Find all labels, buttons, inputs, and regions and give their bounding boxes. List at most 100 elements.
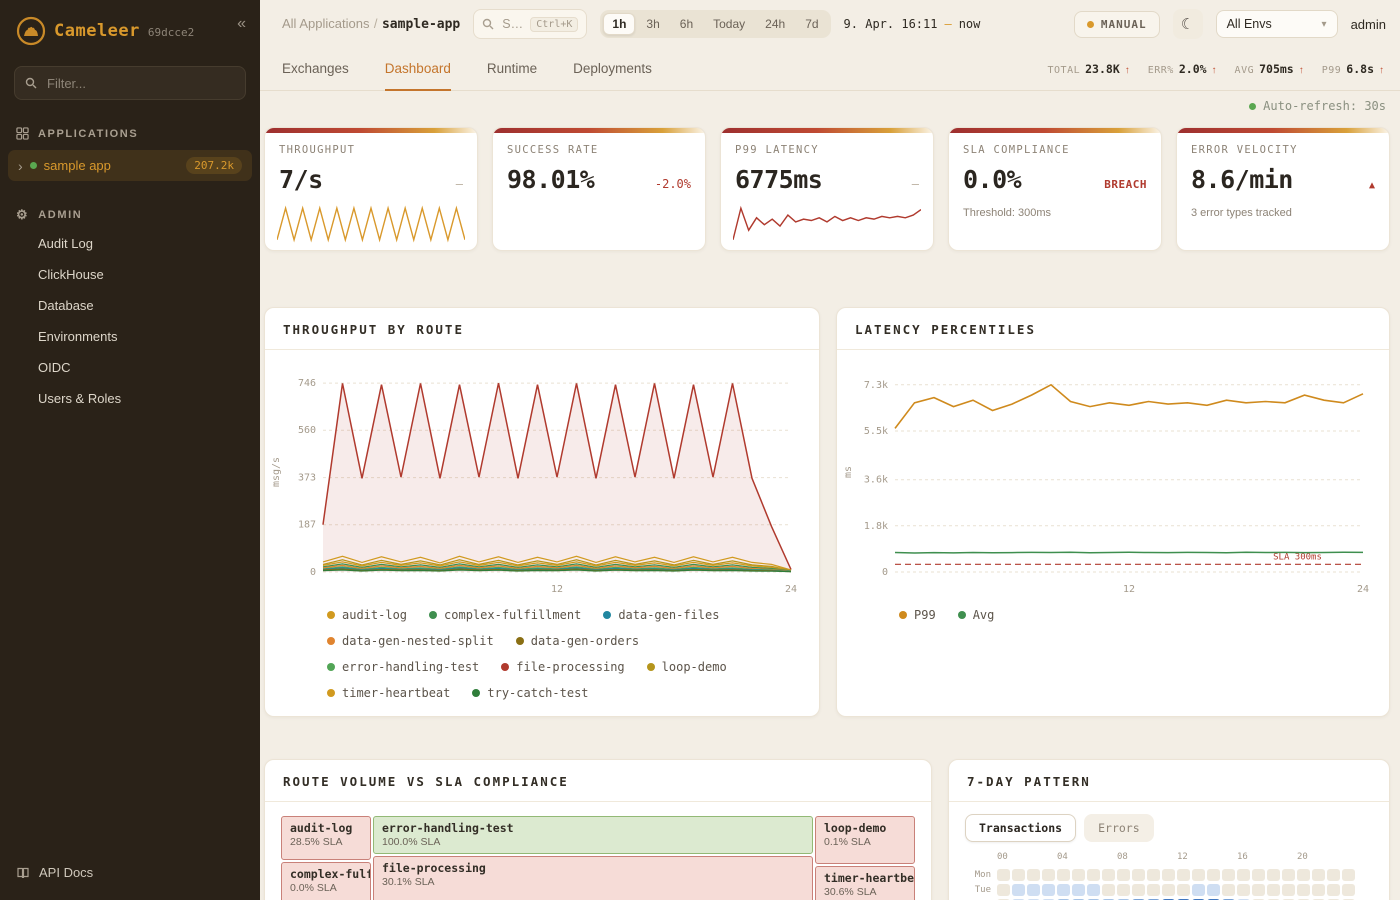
heatmap-day-label: Tue xyxy=(965,885,991,895)
breadcrumb-current: sample-app xyxy=(382,17,460,32)
kpi-row: THROUGHPUT7/s–SUCCESS RATE98.01%-2.0%P99… xyxy=(264,127,1390,251)
legend-dot xyxy=(958,611,966,619)
manual-refresh-button[interactable]: MANUAL xyxy=(1074,11,1160,38)
moon-icon: ☾ xyxy=(1181,15,1194,33)
search-input[interactable] xyxy=(500,16,524,32)
kpi-delta: ▲ xyxy=(1369,180,1375,191)
legend-label: timer-heartbeat xyxy=(342,686,450,700)
up-arrow-icon: ↑ xyxy=(1212,65,1217,76)
stat-label: ERR% xyxy=(1148,65,1174,76)
svg-text:746: 746 xyxy=(298,378,316,389)
sidebar-collapse-button[interactable]: « xyxy=(237,16,246,32)
treemap-tile-error-handling-test[interactable]: error-handling-test100.0% SLA xyxy=(373,816,813,854)
admin-label-text: ADMIN xyxy=(38,209,82,221)
kpi-body: ERROR VELOCITY8.6/min▲3 error types trac… xyxy=(1177,133,1389,219)
treemap-tile-timer-heartbeat[interactable]: timer-heartbeat30.6% SLA xyxy=(815,866,915,900)
heatmap-cell xyxy=(1207,884,1220,896)
time-range-1h[interactable]: 1h xyxy=(603,13,635,35)
kpi-note: 3 error types tracked xyxy=(1191,207,1375,219)
heatmap-cell xyxy=(1267,884,1280,896)
legend-item-avg: Avg xyxy=(958,608,995,622)
legend-label: audit-log xyxy=(342,608,407,622)
heatmap-col-label: 08 xyxy=(1117,852,1128,862)
toggle-transactions[interactable]: Transactions xyxy=(965,814,1076,842)
heatmap-row: Tue xyxy=(965,882,1373,897)
svg-text:373: 373 xyxy=(298,473,316,484)
throughput-panel: THROUGHPUT BY ROUTE 01873735607461224msg… xyxy=(264,307,820,717)
tabs-bar: ExchangesDashboardRuntimeDeployments TOT… xyxy=(260,48,1400,91)
global-search[interactable]: Ctrl+K xyxy=(473,9,587,39)
breadcrumb-separator: / xyxy=(374,16,378,31)
time-range-24h[interactable]: 24h xyxy=(756,13,794,35)
kpi-value: 7/s xyxy=(279,165,323,194)
app-item-label: sample app xyxy=(44,158,111,173)
date-range[interactable]: 9. Apr. 16:11 — now xyxy=(844,17,981,31)
filter-input[interactable] xyxy=(45,75,235,92)
kpi-delta: – xyxy=(912,177,919,191)
time-range-7d[interactable]: 7d xyxy=(796,13,827,35)
legend-label: error-handling-test xyxy=(342,660,479,674)
time-range-today[interactable]: Today xyxy=(704,13,754,35)
legend-dot xyxy=(516,637,524,645)
treemap-tile-complex-fulfil[interactable]: complex-fulfil…0.0% SLA xyxy=(281,862,371,900)
heatmap-cell xyxy=(1207,869,1220,881)
heatmap-day-label: Mon xyxy=(965,870,991,880)
api-docs-link[interactable]: API Docs xyxy=(0,851,260,900)
legend-label: data-gen-files xyxy=(618,608,719,622)
heatmap-cell xyxy=(1102,884,1115,896)
sidebar-item-environments[interactable]: Environments xyxy=(0,321,260,352)
heatmap-cell xyxy=(1177,869,1190,881)
sidebar-item-clickhouse[interactable]: ClickHouse xyxy=(0,259,260,290)
stat-value: 23.8K xyxy=(1085,62,1120,76)
kpi-card-error-velocity: ERROR VELOCITY8.6/min▲3 error types trac… xyxy=(1176,127,1390,251)
tab-dashboard[interactable]: Dashboard xyxy=(385,48,451,91)
time-range-6h[interactable]: 6h xyxy=(671,13,702,35)
toggle-errors[interactable]: Errors xyxy=(1084,814,1154,842)
sidebar-item-sample-app[interactable]: › sample app 207.2k xyxy=(8,150,252,181)
legend-label: file-processing xyxy=(516,660,624,674)
dark-mode-toggle[interactable]: ☾ xyxy=(1173,9,1203,39)
treemap-tile-sla: 0.0% SLA xyxy=(290,882,362,894)
breadcrumb-root[interactable]: All Applications xyxy=(282,16,369,31)
chevron-right-icon[interactable]: › xyxy=(18,159,23,173)
treemap-tile-sla: 30.1% SLA xyxy=(382,876,804,888)
tab-stats: TOTAL23.8K↑ERR%2.0%↑AVG705ms↑P996.8s↑ xyxy=(1048,62,1384,76)
sidebar-item-oidc[interactable]: OIDC xyxy=(0,352,260,383)
sidebar-item-users-roles[interactable]: Users & Roles xyxy=(0,383,260,414)
applications-icon xyxy=(16,127,29,140)
api-docs-label: API Docs xyxy=(39,865,93,880)
kpi-delta: – xyxy=(456,177,463,191)
heatmap-cell xyxy=(1042,869,1055,881)
kpi-card-p99-latency: P99 LATENCY 6775ms– xyxy=(720,127,934,251)
heatmap-cell xyxy=(1327,869,1340,881)
heatmap-col-label: 12 xyxy=(1177,852,1188,862)
topbar: All Applications / sample-app Ctrl+K 1h3… xyxy=(260,0,1400,48)
kpi-value-row: 6775ms– xyxy=(735,165,919,194)
heatmap-cell xyxy=(1162,884,1175,896)
tab-runtime[interactable]: Runtime xyxy=(487,48,537,91)
heatmap-row: Mon xyxy=(965,867,1373,882)
kpi-title: P99 LATENCY xyxy=(735,144,919,156)
heatmap-cell xyxy=(1297,869,1310,881)
tab-exchanges[interactable]: Exchanges xyxy=(282,48,349,91)
sidebar-item-database[interactable]: Database xyxy=(0,290,260,321)
treemap-tile-audit-log[interactable]: audit-log28.5% SLA xyxy=(281,816,371,860)
tab-deployments[interactable]: Deployments xyxy=(573,48,652,91)
heatmap-cell xyxy=(1012,884,1025,896)
stat-err: ERR%2.0%↑ xyxy=(1148,62,1217,76)
svg-text:12: 12 xyxy=(1123,584,1135,595)
heatmap-cell xyxy=(1102,869,1115,881)
treemap-tile-loop-demo[interactable]: loop-demo0.1% SLA xyxy=(815,816,915,864)
legend-label: data-gen-orders xyxy=(531,634,639,648)
legend-dot xyxy=(603,611,611,619)
time-range-3h[interactable]: 3h xyxy=(637,13,668,35)
heatmap-cell xyxy=(1312,884,1325,896)
legend-dot xyxy=(647,663,655,671)
heatmap-cell xyxy=(1147,884,1160,896)
treemap-tile-sla: 0.1% SLA xyxy=(824,836,906,848)
treemap-tile-file-processing[interactable]: file-processing30.1% SLA xyxy=(373,856,813,900)
heatmap-cell xyxy=(1327,884,1340,896)
sidebar-item-audit-log[interactable]: Audit Log xyxy=(0,228,260,259)
kpi-value-row: 7/s – xyxy=(279,165,463,194)
env-select[interactable]: All Envs ▾ xyxy=(1216,10,1338,38)
